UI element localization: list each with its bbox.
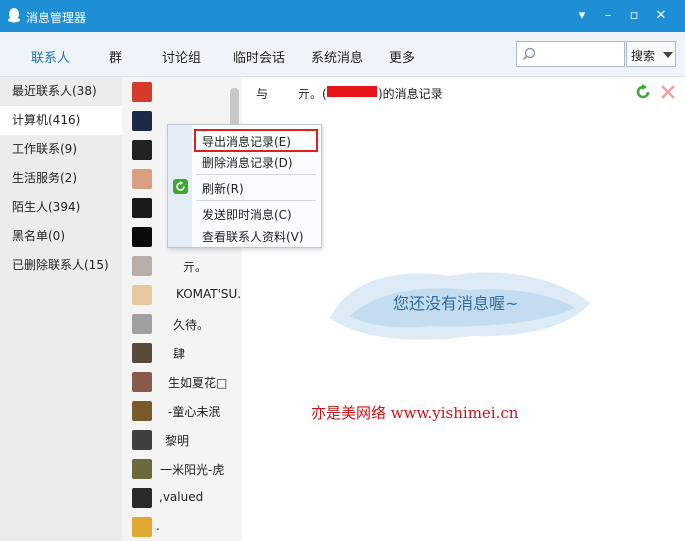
- category-life-services[interactable]: 生活服务(2): [0, 164, 122, 193]
- refresh-icon[interactable]: [635, 84, 651, 100]
- category-strangers[interactable]: 陌生人(394): [0, 193, 122, 222]
- contact-name: 久待。: [173, 318, 210, 332]
- contact-row[interactable]: 生如夏花□: [122, 367, 242, 396]
- search-box[interactable]: [516, 41, 625, 67]
- menu-item-export-history[interactable]: 导出消息记录(E): [202, 133, 291, 150]
- avatar: [132, 111, 152, 131]
- contact-name: 亓。: [183, 260, 208, 274]
- avatar: [132, 140, 152, 160]
- contact-row[interactable]: 久待。: [122, 309, 242, 338]
- menu-item-refresh[interactable]: 刷新(R): [202, 180, 244, 197]
- avatar: [132, 517, 152, 537]
- contact-name: 肆: [173, 347, 186, 361]
- contact-name: 生如夏花□: [168, 376, 228, 390]
- tab-discussions[interactable]: 讨论组: [162, 47, 201, 66]
- search-button-label: 搜索: [631, 49, 656, 63]
- contact-row[interactable]: .: [122, 512, 242, 541]
- category-recent[interactable]: 最近联系人(38): [0, 77, 122, 106]
- close-icon[interactable]: ✕: [651, 6, 671, 26]
- context-menu: 导出消息记录(E) 删除消息记录(D) 刷新(R) 发送即时消息(C) 查看联系…: [167, 124, 322, 248]
- avatar: [132, 372, 152, 392]
- window-title: 消息管理器: [26, 11, 87, 25]
- menu-separator: [196, 200, 316, 201]
- history-suffix: )的消息记录: [378, 87, 443, 101]
- category-list: 最近联系人(38) 计算机(416) 工作联系(9) 生活服务(2) 陌生人(3…: [0, 77, 122, 541]
- contact-name: .: [156, 519, 160, 533]
- avatar: [132, 430, 152, 450]
- menu-item-view-profile[interactable]: 查看联系人资料(V): [202, 228, 304, 245]
- refresh-icon: [173, 179, 188, 194]
- avatar: [132, 343, 152, 363]
- history-contact: 亓。(: [298, 87, 327, 101]
- contact-name: 黎明: [165, 434, 190, 448]
- contact-row[interactable]: 亓。: [122, 251, 242, 280]
- tab-more[interactable]: 更多: [389, 47, 415, 66]
- menu-separator: [196, 174, 316, 175]
- avatar: [132, 256, 152, 276]
- search-button[interactable]: 搜索: [626, 41, 676, 67]
- contact-list-scrollbar[interactable]: [230, 88, 239, 128]
- delete-icon[interactable]: [660, 84, 676, 100]
- minimize-icon[interactable]: –: [598, 6, 618, 26]
- avatar: [132, 82, 152, 102]
- qq-penguin-icon: [8, 8, 20, 23]
- redacted-id: [327, 86, 377, 97]
- category-deleted[interactable]: 已删除联系人(15): [0, 251, 122, 280]
- category-work[interactable]: 工作联系(9): [0, 135, 122, 164]
- contact-name: -童心未泯: [168, 405, 221, 419]
- avatar: [132, 488, 152, 508]
- contact-row[interactable]: [122, 77, 242, 106]
- category-blacklist[interactable]: 黑名单(0): [0, 222, 122, 251]
- avatar: [132, 401, 152, 421]
- contact-row[interactable]: 黎明: [122, 425, 242, 454]
- empty-history-message: 您还没有消息喔~: [393, 294, 519, 313]
- contact-row[interactable]: KOMAT'SU...: [122, 280, 249, 309]
- skin-dropdown-icon[interactable]: ▾: [572, 6, 592, 26]
- avatar: [132, 198, 152, 218]
- category-computer[interactable]: 计算机(416): [0, 106, 122, 135]
- avatar: [132, 314, 152, 334]
- avatar: [132, 227, 152, 247]
- contact-name: ,valued: [159, 490, 204, 504]
- tab-bar: 联系人 群 讨论组 临时会话 系统消息 更多 搜索: [0, 32, 685, 77]
- history-prefix: 与: [256, 87, 269, 101]
- contact-row[interactable]: 肆: [122, 338, 242, 367]
- menu-item-delete-history[interactable]: 删除消息记录(D): [202, 154, 293, 171]
- watermark-text: 亦是美网络 www.yishimei.cn: [311, 404, 519, 422]
- contact-name: KOMAT'SU...: [176, 287, 249, 301]
- chevron-down-icon[interactable]: [663, 52, 673, 58]
- contact-row[interactable]: ,valued: [122, 483, 242, 512]
- title-bar: 消息管理器 ▾ – ▫ ✕: [0, 0, 685, 32]
- search-icon: [522, 47, 536, 61]
- contact-row[interactable]: 一米阳光-虎: [122, 454, 242, 483]
- restore-icon[interactable]: ▫: [624, 6, 644, 26]
- search-input[interactable]: [541, 45, 621, 63]
- avatar: [132, 459, 152, 479]
- tab-contacts[interactable]: 联系人: [31, 47, 70, 66]
- contact-row[interactable]: -童心未泯: [122, 396, 242, 425]
- avatar: [132, 169, 152, 189]
- menu-item-send-message[interactable]: 发送即时消息(C): [202, 206, 292, 223]
- avatar: [132, 285, 152, 305]
- tab-groups[interactable]: 群: [109, 47, 122, 66]
- tab-system-messages[interactable]: 系统消息: [311, 47, 363, 66]
- tab-temp-sessions[interactable]: 临时会话: [233, 47, 285, 66]
- contact-name: 一米阳光-虎: [160, 463, 225, 477]
